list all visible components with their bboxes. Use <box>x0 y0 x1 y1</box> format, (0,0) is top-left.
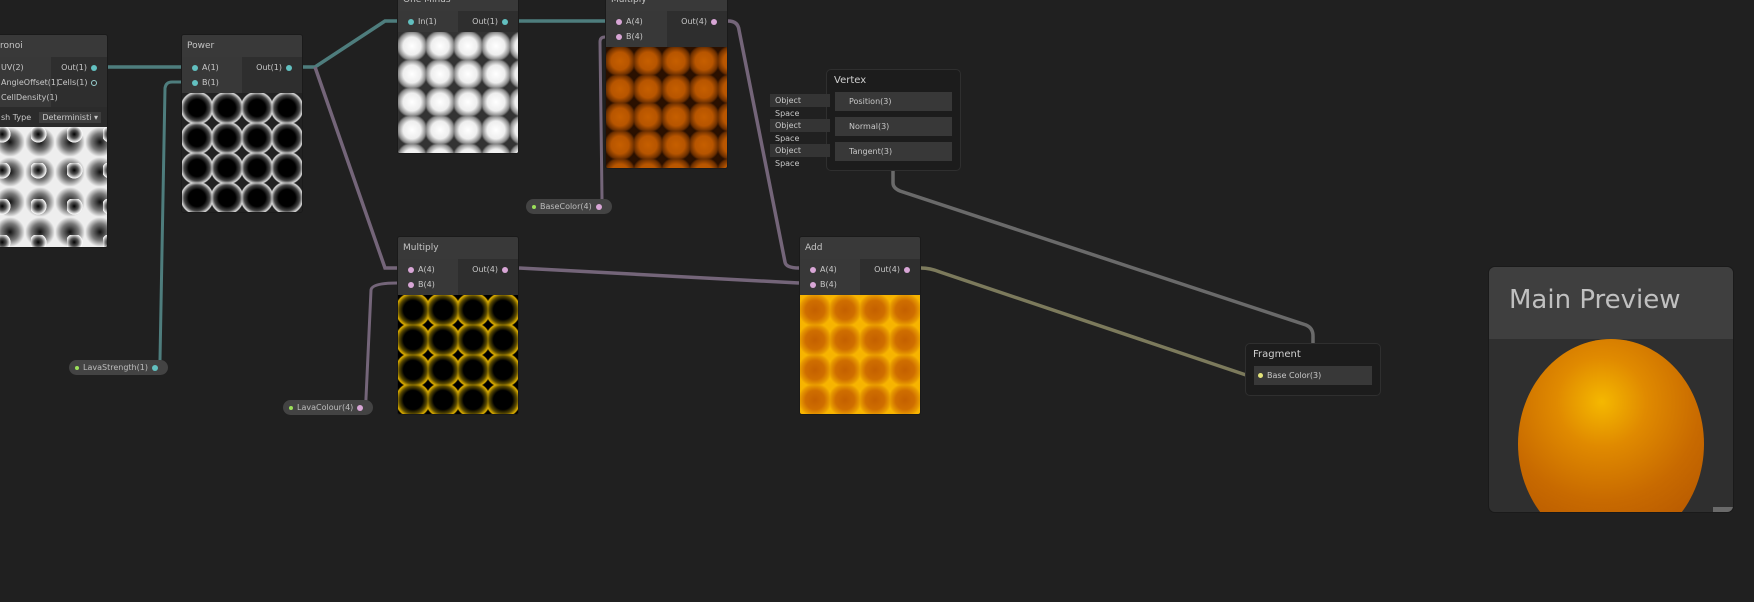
output-port[interactable]: Out(1) <box>242 60 302 75</box>
port-dot-icon <box>502 266 508 273</box>
port-dot-icon <box>711 18 717 25</box>
input-port[interactable]: A(4) <box>800 262 860 277</box>
preview-sphere[interactable] <box>1518 339 1704 512</box>
input-port[interactable]: B(4) <box>398 277 458 292</box>
lavastrength-property-node[interactable]: LavaStrength(1) <box>69 360 168 375</box>
vertex-normal-slot[interactable]: Normal(3) <box>835 117 952 136</box>
node-preview <box>606 47 727 168</box>
fragment-block[interactable]: Fragment Base Color(3) <box>1245 343 1381 396</box>
node-preview <box>398 295 518 414</box>
object-space-input[interactable]: Object Space <box>770 94 830 118</box>
object-space-input[interactable]: Object Space <box>770 144 830 168</box>
input-port[interactable]: UV(2) <box>0 60 51 75</box>
node-title: Multiply <box>398 237 518 259</box>
port-dot-icon <box>192 79 198 86</box>
voronoi-node[interactable]: ronoi UV(2) AngleOffset(1) CellDensity(1) … <box>0 34 108 248</box>
node-title: One Minus <box>398 0 518 11</box>
port-dot-icon <box>151 364 158 371</box>
port-dot-icon <box>286 64 292 71</box>
node-title: ronoi <box>0 35 107 57</box>
object-space-input[interactable]: Object Space <box>770 119 830 143</box>
main-preview-title: Main Preview <box>1509 285 1681 315</box>
property-dot-icon <box>289 405 293 410</box>
one-minus-node[interactable]: One Minus In(1) Out(1) <box>397 0 519 154</box>
main-preview-header[interactable]: Main Preview <box>1489 267 1733 339</box>
resize-handle[interactable] <box>1713 507 1733 512</box>
port-dot-icon <box>192 64 198 71</box>
port-dot-icon <box>810 266 816 273</box>
wire-power-multiply <box>313 66 397 270</box>
port-dot-icon <box>357 404 364 411</box>
port-dot-icon <box>502 18 508 25</box>
fragment-title: Fragment <box>1253 349 1301 360</box>
multiply-top-node[interactable]: Multiply A(4) B(4) Out(4) <box>605 0 728 169</box>
input-port[interactable]: CellDensity(1) <box>0 90 58 105</box>
main-preview-panel[interactable]: Main Preview <box>1488 266 1734 513</box>
vertex-position-slot[interactable]: Position(3) <box>835 92 952 111</box>
wire-multiply-add-b <box>518 266 800 285</box>
wire-power-oneminus <box>303 19 397 69</box>
port-dot-icon <box>904 266 910 273</box>
node-title: Power <box>182 35 302 57</box>
output-port[interactable]: Cells(1) <box>51 75 107 90</box>
port-dot-icon <box>408 281 414 288</box>
property-dot-icon <box>75 365 79 370</box>
node-title: Multiply <box>606 0 727 11</box>
input-port[interactable]: AngleOffset(1) <box>0 75 59 90</box>
port-dot-icon <box>408 18 414 25</box>
input-port[interactable]: In(1) <box>398 14 458 29</box>
node-title: Add <box>800 237 920 259</box>
multiply-bottom-node[interactable]: Multiply A(4) B(4) Out(4) <box>397 236 519 415</box>
input-port[interactable]: A(4) <box>398 262 458 277</box>
wire-add-fragment <box>920 266 1253 379</box>
port-dot-icon <box>595 203 602 210</box>
hash-type-dropdown[interactable]: Deterministi ▾ <box>39 111 101 123</box>
wire-lavastrength-power <box>152 80 181 370</box>
wire-basecolor-multiply <box>597 35 606 208</box>
output-port[interactable]: Out(4) <box>458 262 518 277</box>
node-preview <box>0 127 107 247</box>
input-port[interactable]: B(4) <box>606 29 667 44</box>
vertex-block[interactable]: Vertex Position(3) Normal(3) Tangent(3) <box>826 69 961 171</box>
property-dot-icon <box>532 204 536 209</box>
output-port[interactable]: Out(4) <box>667 14 728 29</box>
node-preview <box>182 93 302 212</box>
fragment-basecolor-slot[interactable]: Base Color(3) <box>1254 366 1372 385</box>
port-dot-icon <box>91 64 97 71</box>
node-preview <box>800 295 920 414</box>
output-port[interactable]: Out(4) <box>860 262 920 277</box>
port-dot-icon <box>1258 373 1263 378</box>
add-node[interactable]: Add A(4) B(4) Out(4) <box>799 236 921 415</box>
port-dot-icon <box>616 33 622 40</box>
input-port[interactable]: A(1) <box>182 60 242 75</box>
node-preview <box>398 32 518 153</box>
power-node[interactable]: Power A(1) B(1) Out(1) <box>181 34 303 213</box>
port-dot-icon <box>810 281 816 288</box>
output-port[interactable]: Out(1) <box>458 14 518 29</box>
input-port[interactable]: B(4) <box>800 277 860 292</box>
lavacolour-property-node[interactable]: LavaColour(4) <box>283 400 374 415</box>
output-port[interactable]: Out(1) <box>51 60 107 75</box>
port-dot-icon <box>408 266 414 273</box>
input-port[interactable]: A(4) <box>606 14 667 29</box>
basecolor-property-node[interactable]: BaseColor(4) <box>526 199 612 214</box>
wire-lavacolour-multiply <box>359 281 398 409</box>
input-port[interactable]: B(1) <box>182 75 242 90</box>
wire-vertex-fragment <box>891 170 1315 343</box>
port-ring-icon <box>91 79 98 86</box>
vertex-tangent-slot[interactable]: Tangent(3) <box>835 142 952 161</box>
vertex-title: Vertex <box>834 75 867 86</box>
hash-type-label: sh Type <box>1 112 32 122</box>
port-dot-icon <box>616 18 622 25</box>
